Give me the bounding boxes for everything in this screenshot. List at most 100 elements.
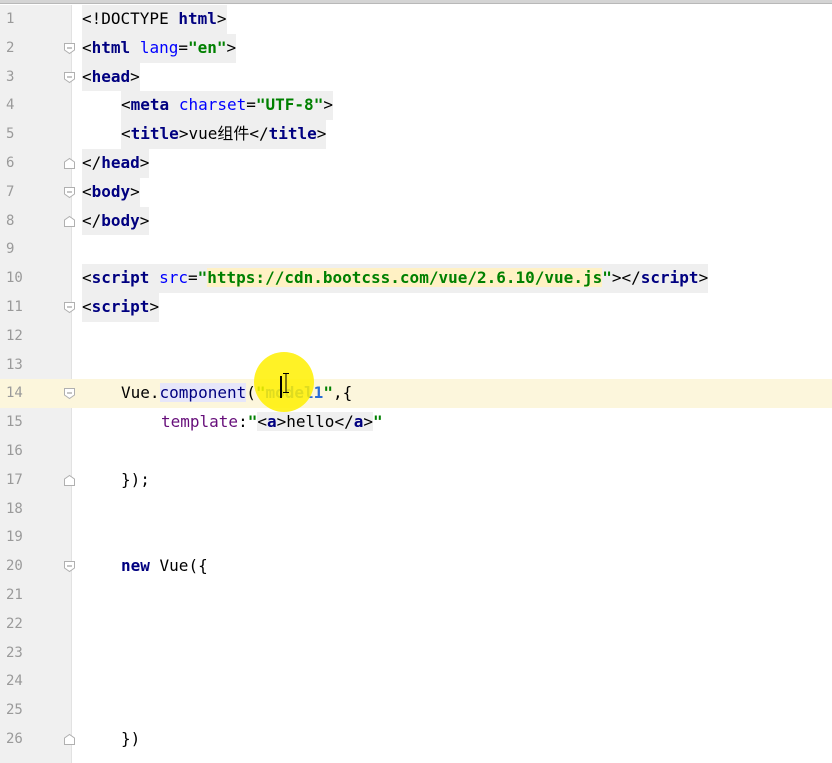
attribute-name: lang <box>139 37 179 57</box>
fold-end-marker-icon[interactable] <box>63 215 76 228</box>
code-line-25[interactable]: 25 <box>0 696 832 725</box>
code-line-19[interactable]: 19 <box>0 523 832 552</box>
bracket: </ <box>621 268 641 288</box>
line-number: 7 <box>6 183 15 200</box>
quote: " <box>323 383 333 403</box>
gutter-cell: 23 <box>0 639 71 668</box>
code-line-2[interactable]: 2 <html lang="en"> <box>0 33 832 63</box>
line-content[interactable]: <head> <box>82 62 140 92</box>
code-line-23[interactable]: 23 <box>0 639 832 668</box>
line-content[interactable]: <script src="https://cdn.bootcss.com/vue… <box>82 264 709 293</box>
code-line-4[interactable]: 4 <meta charset="UTF-8"> <box>0 91 832 121</box>
line-content[interactable]: template:"<a>hello</a>" <box>161 408 383 437</box>
property-name: template <box>161 412 239 432</box>
code-line-7[interactable]: 7 <body> <box>0 177 832 207</box>
gutter-cell: 12 <box>0 322 71 351</box>
code-line-24[interactable]: 24 <box>0 667 832 696</box>
code-line-22[interactable]: 22 <box>0 610 832 639</box>
tag-name: a <box>353 412 364 432</box>
line-number: 20 <box>6 558 23 575</box>
code-line-12[interactable]: 12 <box>0 322 832 351</box>
code-line-14-current[interactable]: 14 Vue.component("model1",{ <box>0 379 832 409</box>
object-name: Vue. <box>121 383 160 403</box>
code-line-10[interactable]: 10 <script src="https://cdn.bootcss.com/… <box>0 264 832 293</box>
code-line-3[interactable]: 3 <head> <box>0 62 832 92</box>
fold-marker-icon[interactable] <box>63 387 76 400</box>
code-editor[interactable]: 1 <!DOCTYPE html> 2 <html lang="en"> 3 <… <box>0 5 832 763</box>
fold-marker-icon[interactable] <box>63 560 76 573</box>
gutter-cell: 10 <box>0 264 71 293</box>
attribute-value: "en" <box>187 37 227 57</box>
line-number: 10 <box>6 270 23 287</box>
code-line-21[interactable]: 21 <box>0 581 832 610</box>
equals: = <box>246 95 256 115</box>
fold-end-marker-icon[interactable] <box>63 733 76 746</box>
attribute-value: "UTF-8" <box>255 95 324 115</box>
bracket: > <box>226 37 237 57</box>
gutter-cell: 16 <box>0 437 71 466</box>
line-content[interactable]: new Vue({ <box>121 552 208 581</box>
bracket: < <box>121 124 131 144</box>
fold-marker-icon[interactable] <box>63 42 76 55</box>
line-number: 23 <box>6 644 23 661</box>
title-text: vue组件 <box>188 124 250 144</box>
tag-name: title <box>130 124 179 144</box>
closing-punctuation: }) <box>121 729 141 748</box>
gutter-cell: 11 <box>0 293 75 322</box>
line-content[interactable]: }); <box>121 466 150 495</box>
line-number: 26 <box>6 731 23 747</box>
gutter-cell: 9 <box>0 235 71 264</box>
code-line-20[interactable]: 20 new Vue({ <box>0 552 832 581</box>
line-content[interactable]: <html lang="en"> <box>82 33 237 63</box>
line-content[interactable]: </head> <box>82 149 150 178</box>
tag-name: title <box>268 124 317 144</box>
code-line-18[interactable]: 18 <box>0 495 832 524</box>
bracket: < <box>82 181 92 201</box>
code-line-17[interactable]: 17 }); <box>0 466 832 495</box>
bracket: > <box>178 124 189 144</box>
line-number: 9 <box>6 241 15 258</box>
code-line-15[interactable]: 15 template:"<a>hello</a>" <box>0 408 832 437</box>
line-content[interactable]: <!DOCTYPE html> <box>82 5 227 34</box>
line-number: 6 <box>6 155 15 171</box>
bracket: > <box>363 412 373 432</box>
gutter-cell: 4 <box>0 91 71 120</box>
code-line-8[interactable]: 8 </body> <box>0 206 832 236</box>
line-content[interactable]: </body> <box>82 206 150 236</box>
ibeam-cursor-icon <box>283 373 289 393</box>
gutter-cell: 17 <box>0 466 75 495</box>
gutter-cell: 6 <box>0 149 75 178</box>
closing-punctuation: }); <box>121 469 150 489</box>
code-line-1[interactable]: 1 <!DOCTYPE html> <box>0 5 832 34</box>
line-content[interactable]: <title>vue组件</title> <box>121 120 327 149</box>
line-number: 11 <box>6 299 23 315</box>
fold-marker-icon[interactable] <box>63 71 76 84</box>
line-content[interactable]: <body> <box>82 177 140 207</box>
gutter-cell: 14 <box>0 379 75 409</box>
gutter-cell: 3 <box>0 63 75 92</box>
code-line-16[interactable]: 16 <box>0 437 832 466</box>
fold-marker-icon[interactable] <box>63 301 76 314</box>
attribute-name: charset <box>178 95 247 115</box>
line-content[interactable]: Vue.component("model1",{ <box>121 379 352 408</box>
code-line-26[interactable]: 26 }) <box>0 725 832 754</box>
line-content[interactable]: }) <box>121 725 140 754</box>
line-content[interactable]: <meta charset="UTF-8"> <box>121 91 333 121</box>
code-line-9[interactable]: 9 <box>0 235 832 264</box>
attribute-name: src <box>159 268 188 288</box>
code-line-5[interactable]: 5 <title>vue组件</title> <box>0 120 832 149</box>
tag-name: html <box>178 9 217 28</box>
fold-end-marker-icon[interactable] <box>63 474 76 487</box>
bracket: > <box>139 210 150 230</box>
bracket: > <box>130 181 140 201</box>
bracket: < <box>121 95 131 115</box>
line-content[interactable]: <script> <box>82 293 160 322</box>
code-line-13[interactable]: 13 <box>0 351 832 380</box>
line-number: 2 <box>6 39 15 56</box>
fold-end-marker-icon[interactable] <box>63 157 76 170</box>
script-url[interactable]: https://cdn.bootcss.com/vue/2.6.10/vue.j… <box>207 268 603 288</box>
code-line-6[interactable]: 6 </head> <box>0 149 832 178</box>
fold-marker-icon[interactable] <box>63 186 76 199</box>
code-line-11[interactable]: 11 <script> <box>0 293 832 322</box>
